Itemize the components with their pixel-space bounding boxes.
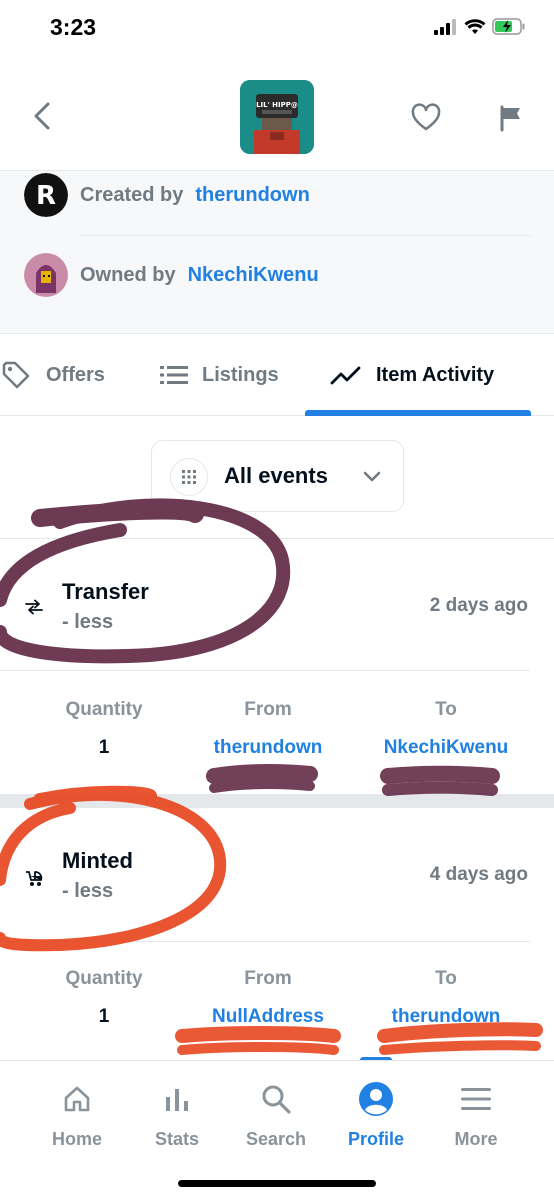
activity-icon [330, 366, 361, 385]
bottom-nav: Home Stats Search Profile More [0, 1060, 554, 1200]
to-header: To [435, 968, 457, 989]
from-header: From [244, 699, 292, 720]
activity-card-transfer: Transfer - less 2 days ago Quantity 1 Fr… [0, 538, 554, 794]
menu-icon [461, 1088, 491, 1110]
nav-stats[interactable]: Stats [127, 1079, 227, 1150]
nav-more[interactable]: More [426, 1079, 526, 1150]
owner-avatar[interactable] [24, 253, 68, 297]
status-icons [434, 18, 526, 35]
quantity-header: Quantity [65, 699, 143, 720]
nft-avatar-image: LIL' HIPP@ [240, 80, 314, 154]
to-header: To [435, 699, 457, 720]
creator-avatar[interactable]: R [24, 173, 68, 217]
event-detail-divider [0, 941, 530, 942]
home-icon [64, 1086, 90, 1112]
owner-divider [80, 235, 530, 236]
tab-offers-label: Offers [46, 363, 105, 386]
event-filter-dropdown[interactable]: All events [151, 440, 404, 512]
event-time: 4 days ago [429, 864, 528, 885]
nav-search[interactable]: Search [226, 1079, 326, 1150]
tab-listings[interactable]: Listings [160, 334, 279, 416]
event-time: 2 days ago [429, 595, 528, 616]
ownership-section: R Created by therundown Owned by NkechiK… [0, 170, 554, 334]
nav-home-label: Home [51, 1129, 102, 1149]
tab-item-activity-label: Item Activity [376, 363, 495, 386]
nav-search-label: Search [245, 1129, 307, 1149]
from-column: From NullAddress [188, 968, 348, 1028]
owned-by-label: Owned by [80, 263, 176, 286]
quantity-value: 1 [98, 737, 110, 758]
svg-text:R: R [36, 181, 56, 211]
collection-thumbnail[interactable]: LIL' HIPP@ [240, 80, 314, 154]
top-nav: LIL' HIPP@ [0, 62, 554, 170]
list-icon [160, 366, 188, 384]
stats-icon [166, 1089, 188, 1111]
card-separator [0, 794, 554, 808]
to-link[interactable]: therundown [366, 1006, 526, 1028]
activity-card-minted: Minted - less 4 days ago Quantity 1 From… [0, 808, 554, 1060]
search-icon [262, 1085, 291, 1114]
tab-item-activity[interactable]: Item Activity [330, 334, 494, 416]
filter-icon-wrapper [170, 458, 208, 496]
quantity-value: 1 [98, 1006, 110, 1027]
to-link[interactable]: NkechiKwenu [366, 737, 526, 759]
owner-link[interactable]: NkechiKwenu [188, 264, 319, 287]
quantity-column: Quantity 1 [24, 699, 184, 759]
to-column: To NkechiKwenu [366, 699, 526, 759]
chevron-down-icon [363, 471, 381, 482]
stroller-icon [26, 871, 43, 886]
transfer-arrows-icon [25, 599, 43, 615]
event-title: Transfer [62, 579, 149, 604]
to-column: To therundown [366, 968, 526, 1028]
back-chevron-icon[interactable] [28, 98, 56, 134]
from-link[interactable]: therundown [188, 737, 348, 759]
home-indicator [178, 1180, 376, 1187]
nav-home[interactable]: Home [27, 1079, 127, 1150]
flag-icon[interactable] [498, 104, 526, 132]
event-title: Minted [62, 848, 133, 873]
from-header: From [244, 968, 292, 989]
grid-dots-icon [182, 470, 196, 484]
created-by-label: Created by [80, 183, 184, 206]
nav-profile[interactable]: Profile [326, 1079, 426, 1150]
tab-offers[interactable]: Offers [0, 334, 105, 416]
creator-link[interactable]: therundown [195, 184, 309, 207]
creator-row: R Created by therundown [24, 173, 310, 217]
tab-bar: Offers Listings Item Activity [0, 334, 554, 416]
active-tab-indicator [305, 410, 531, 416]
nav-more-label: More [454, 1129, 498, 1149]
status-bar: 3:23 [0, 0, 554, 62]
tag-icon [2, 361, 30, 389]
quantity-header: Quantity [65, 968, 143, 989]
from-column: From therundown [188, 699, 348, 759]
event-detail-divider [0, 670, 530, 671]
tab-listings-label: Listings [202, 363, 279, 386]
wifi-icon [464, 18, 486, 34]
quantity-column: Quantity 1 [24, 968, 184, 1028]
status-time: 3:23 [50, 14, 97, 40]
thumbnail-text: LIL' HIPP@ [256, 101, 298, 109]
owner-row: Owned by NkechiKwenu [24, 253, 319, 297]
filter-label: All events [224, 463, 328, 488]
profile-icon [359, 1082, 393, 1116]
nav-profile-label: Profile [347, 1129, 404, 1149]
heart-icon[interactable] [410, 102, 442, 134]
signal-icon [434, 18, 456, 35]
from-link[interactable]: NullAddress [188, 1006, 348, 1028]
nav-stats-label: Stats [154, 1129, 199, 1149]
event-less-toggle[interactable]: - less [62, 611, 113, 634]
event-less-toggle[interactable]: - less [62, 880, 113, 903]
battery-charging-icon [492, 18, 525, 35]
